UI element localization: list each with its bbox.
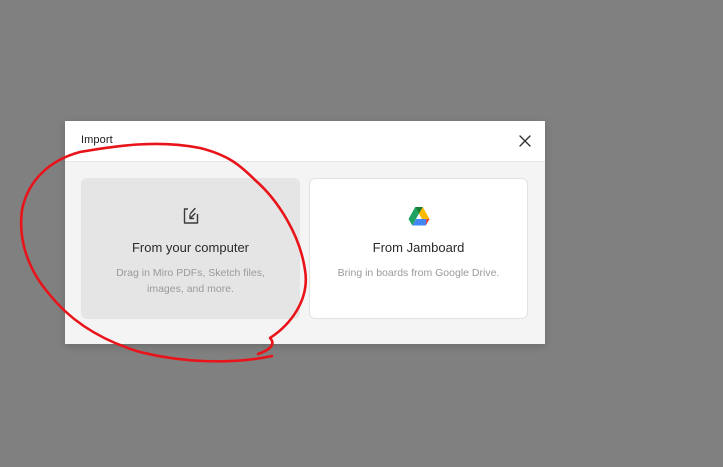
card-description: Drag in Miro PDFs, Sketch files, images,… bbox=[116, 267, 265, 295]
dialog-header: Import bbox=[65, 121, 545, 162]
import-dialog: Import From your computer Drag in Miro P… bbox=[65, 121, 545, 344]
google-drive-icon bbox=[408, 207, 429, 226]
card-description: Bring in boards from Google Drive. bbox=[337, 267, 500, 279]
dialog-title: Import bbox=[81, 134, 113, 146]
import-from-computer-card[interactable]: From your computer Drag in Miro PDFs, Sk… bbox=[81, 178, 300, 319]
card-title: From your computer bbox=[131, 240, 250, 255]
close-icon bbox=[519, 135, 531, 147]
import-from-jamboard-card[interactable]: From Jamboard Bring in boards from Googl… bbox=[309, 178, 528, 319]
card-title: From Jamboard bbox=[372, 240, 465, 255]
upload-file-icon bbox=[183, 207, 198, 224]
close-button[interactable] bbox=[515, 131, 535, 151]
